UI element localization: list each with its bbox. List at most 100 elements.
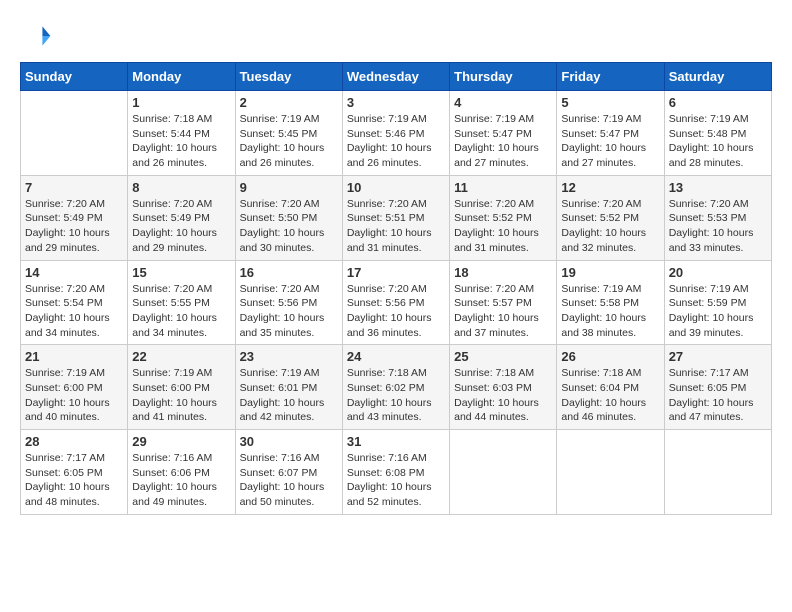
day-info: Sunrise: 7:19 AMSunset: 5:58 PMDaylight:… xyxy=(561,282,659,341)
day-info: Sunrise: 7:18 AMSunset: 6:03 PMDaylight:… xyxy=(454,366,552,425)
day-cell: 12 Sunrise: 7:20 AMSunset: 5:52 PMDayligh… xyxy=(557,175,664,260)
day-number: 17 xyxy=(347,265,445,280)
day-cell: 15Sunrise: 7:20 AMSunset: 5:55 PMDayligh… xyxy=(128,260,235,345)
day-number: 7 xyxy=(25,180,123,195)
day-cell: 9 Sunrise: 7:20 AMSunset: 5:50 PMDaylight… xyxy=(235,175,342,260)
day-number: 5 xyxy=(561,95,659,110)
day-info: Sunrise: 7:16 AMSunset: 6:08 PMDaylight:… xyxy=(347,451,445,510)
day-number: 24 xyxy=(347,349,445,364)
day-cell: 24 Sunrise: 7:18 AMSunset: 6:02 PMDayligh… xyxy=(342,345,449,430)
day-number: 30 xyxy=(240,434,338,449)
day-number: 20 xyxy=(669,265,767,280)
header-friday: Friday xyxy=(557,63,664,91)
calendar-table: SundayMondayTuesdayWednesdayThursdayFrid… xyxy=(20,62,772,515)
day-cell: 29 Sunrise: 7:16 AMSunset: 6:06 PMDayligh… xyxy=(128,430,235,515)
day-cell: 18 Sunrise: 7:20 AMSunset: 5:57 PMDayligh… xyxy=(450,260,557,345)
day-number: 9 xyxy=(240,180,338,195)
day-info: Sunrise: 7:19 AMSunset: 5:45 PMDaylight:… xyxy=(240,112,338,171)
header-saturday: Saturday xyxy=(664,63,771,91)
day-info: Sunrise: 7:16 AMSunset: 6:06 PMDaylight:… xyxy=(132,451,230,510)
day-cell xyxy=(450,430,557,515)
day-info: Sunrise: 7:19 AMSunset: 5:47 PMDaylight:… xyxy=(454,112,552,171)
day-number: 1 xyxy=(132,95,230,110)
day-cell: 31 Sunrise: 7:16 AMSunset: 6:08 PMDayligh… xyxy=(342,430,449,515)
day-cell xyxy=(21,91,128,176)
day-cell: 28Sunrise: 7:17 AMSunset: 6:05 PMDayligh… xyxy=(21,430,128,515)
header-tuesday: Tuesday xyxy=(235,63,342,91)
day-number: 25 xyxy=(454,349,552,364)
day-info: Sunrise: 7:18 AMSunset: 6:02 PMDaylight:… xyxy=(347,366,445,425)
day-info: Sunrise: 7:17 AMSunset: 6:05 PMDaylight:… xyxy=(669,366,767,425)
day-number: 14 xyxy=(25,265,123,280)
day-cell: 23Sunrise: 7:19 AMSunset: 6:01 PMDayligh… xyxy=(235,345,342,430)
day-cell: 20 Sunrise: 7:19 AMSunset: 5:59 PMDayligh… xyxy=(664,260,771,345)
day-number: 26 xyxy=(561,349,659,364)
day-info: Sunrise: 7:20 AMSunset: 5:49 PMDaylight:… xyxy=(132,197,230,256)
day-number: 31 xyxy=(347,434,445,449)
day-cell: 3Sunrise: 7:19 AMSunset: 5:46 PMDaylight… xyxy=(342,91,449,176)
day-info: Sunrise: 7:20 AMSunset: 5:52 PMDaylight:… xyxy=(454,197,552,256)
day-info: Sunrise: 7:20 AMSunset: 5:50 PMDaylight:… xyxy=(240,197,338,256)
day-info: Sunrise: 7:17 AMSunset: 6:05 PMDaylight:… xyxy=(25,451,123,510)
day-info: Sunrise: 7:19 AMSunset: 5:48 PMDaylight:… xyxy=(669,112,767,171)
logo xyxy=(20,20,56,52)
day-cell: 11 Sunrise: 7:20 AMSunset: 5:52 PMDayligh… xyxy=(450,175,557,260)
day-info: Sunrise: 7:20 AMSunset: 5:57 PMDaylight:… xyxy=(454,282,552,341)
day-number: 21 xyxy=(25,349,123,364)
day-cell: 8 Sunrise: 7:20 AMSunset: 5:49 PMDaylight… xyxy=(128,175,235,260)
day-cell: 27 Sunrise: 7:17 AMSunset: 6:05 PMDayligh… xyxy=(664,345,771,430)
day-cell: 13 Sunrise: 7:20 AMSunset: 5:53 PMDayligh… xyxy=(664,175,771,260)
day-info: Sunrise: 7:19 AMSunset: 5:59 PMDaylight:… xyxy=(669,282,767,341)
day-cell: 19Sunrise: 7:19 AMSunset: 5:58 PMDayligh… xyxy=(557,260,664,345)
day-number: 27 xyxy=(669,349,767,364)
day-number: 29 xyxy=(132,434,230,449)
day-info: Sunrise: 7:19 AMSunset: 5:46 PMDaylight:… xyxy=(347,112,445,171)
day-info: Sunrise: 7:20 AMSunset: 5:49 PMDaylight:… xyxy=(25,197,123,256)
day-cell: 26 Sunrise: 7:18 AMSunset: 6:04 PMDayligh… xyxy=(557,345,664,430)
day-number: 16 xyxy=(240,265,338,280)
day-cell xyxy=(557,430,664,515)
day-info: Sunrise: 7:19 AMSunset: 6:01 PMDaylight:… xyxy=(240,366,338,425)
header-sunday: Sunday xyxy=(21,63,128,91)
day-info: Sunrise: 7:19 AMSunset: 6:00 PMDaylight:… xyxy=(25,366,123,425)
day-number: 18 xyxy=(454,265,552,280)
header-thursday: Thursday xyxy=(450,63,557,91)
day-cell: 2Sunrise: 7:19 AMSunset: 5:45 PMDaylight… xyxy=(235,91,342,176)
day-cell: 21 Sunrise: 7:19 AMSunset: 6:00 PMDayligh… xyxy=(21,345,128,430)
day-info: Sunrise: 7:19 AMSunset: 5:47 PMDaylight:… xyxy=(561,112,659,171)
day-cell: 14 Sunrise: 7:20 AMSunset: 5:54 PMDayligh… xyxy=(21,260,128,345)
day-number: 13 xyxy=(669,180,767,195)
day-cell: 22 Sunrise: 7:19 AMSunset: 6:00 PMDayligh… xyxy=(128,345,235,430)
day-number: 11 xyxy=(454,180,552,195)
day-cell: 7 Sunrise: 7:20 AMSunset: 5:49 PMDaylight… xyxy=(21,175,128,260)
day-info: Sunrise: 7:20 AMSunset: 5:56 PMDaylight:… xyxy=(347,282,445,341)
week-row-2: 7 Sunrise: 7:20 AMSunset: 5:49 PMDaylight… xyxy=(21,175,772,260)
day-cell: 25 Sunrise: 7:18 AMSunset: 6:03 PMDayligh… xyxy=(450,345,557,430)
header-wednesday: Wednesday xyxy=(342,63,449,91)
day-number: 10 xyxy=(347,180,445,195)
day-info: Sunrise: 7:16 AMSunset: 6:07 PMDaylight:… xyxy=(240,451,338,510)
day-cell: 5 Sunrise: 7:19 AMSunset: 5:47 PMDaylight… xyxy=(557,91,664,176)
day-info: Sunrise: 7:20 AMSunset: 5:53 PMDaylight:… xyxy=(669,197,767,256)
day-number: 8 xyxy=(132,180,230,195)
day-cell: 6Sunrise: 7:19 AMSunset: 5:48 PMDaylight… xyxy=(664,91,771,176)
logo-icon xyxy=(20,20,52,52)
page-header xyxy=(20,20,772,52)
day-info: Sunrise: 7:19 AMSunset: 6:00 PMDaylight:… xyxy=(132,366,230,425)
calendar-header-row: SundayMondayTuesdayWednesdayThursdayFrid… xyxy=(21,63,772,91)
day-number: 12 xyxy=(561,180,659,195)
header-monday: Monday xyxy=(128,63,235,91)
week-row-4: 21 Sunrise: 7:19 AMSunset: 6:00 PMDayligh… xyxy=(21,345,772,430)
day-info: Sunrise: 7:20 AMSunset: 5:54 PMDaylight:… xyxy=(25,282,123,341)
day-cell: 1Sunrise: 7:18 AMSunset: 5:44 PMDaylight… xyxy=(128,91,235,176)
day-info: Sunrise: 7:20 AMSunset: 5:56 PMDaylight:… xyxy=(240,282,338,341)
day-cell: 17 Sunrise: 7:20 AMSunset: 5:56 PMDayligh… xyxy=(342,260,449,345)
day-info: Sunrise: 7:18 AMSunset: 6:04 PMDaylight:… xyxy=(561,366,659,425)
day-number: 22 xyxy=(132,349,230,364)
day-cell: 4Sunrise: 7:19 AMSunset: 5:47 PMDaylight… xyxy=(450,91,557,176)
day-info: Sunrise: 7:20 AMSunset: 5:51 PMDaylight:… xyxy=(347,197,445,256)
day-cell: 30 Sunrise: 7:16 AMSunset: 6:07 PMDayligh… xyxy=(235,430,342,515)
day-cell xyxy=(664,430,771,515)
day-info: Sunrise: 7:20 AMSunset: 5:52 PMDaylight:… xyxy=(561,197,659,256)
day-cell: 16 Sunrise: 7:20 AMSunset: 5:56 PMDayligh… xyxy=(235,260,342,345)
